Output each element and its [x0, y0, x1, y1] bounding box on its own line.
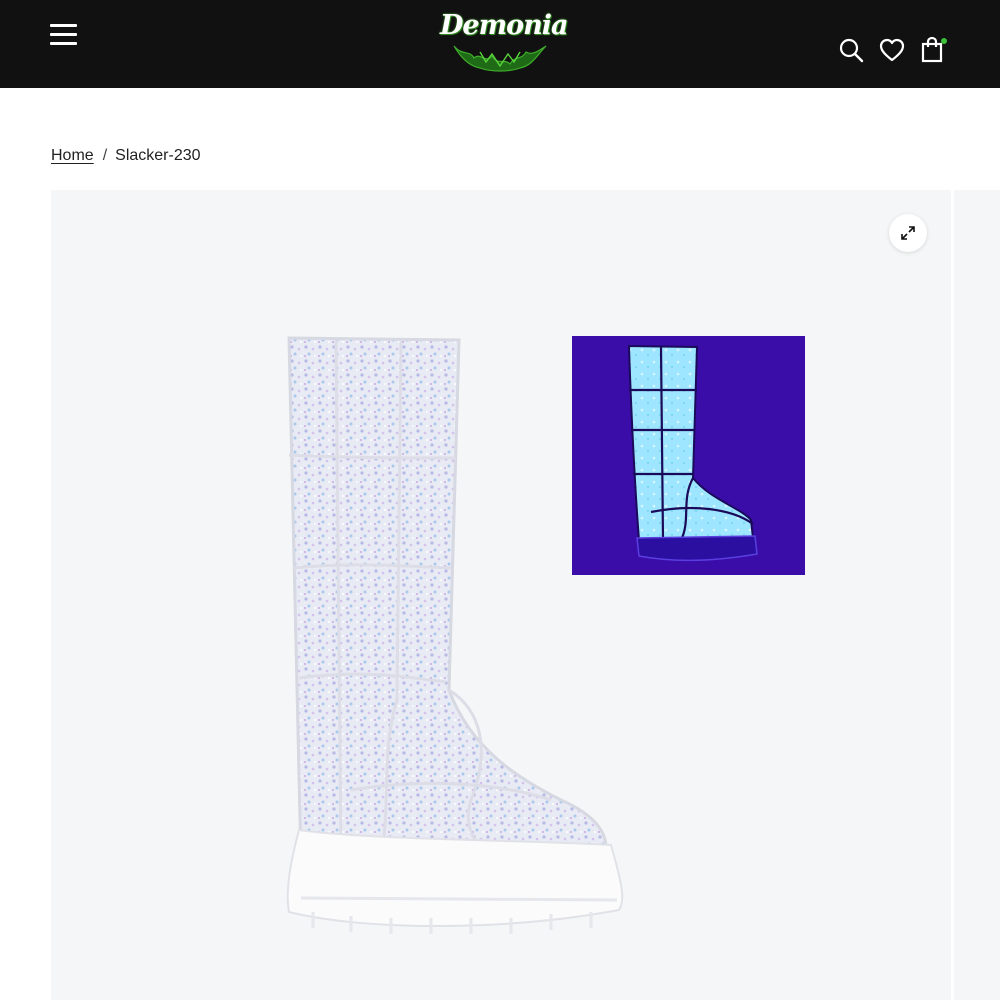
site-header: Demonia	[0, 0, 1000, 88]
product-gallery[interactable]	[51, 190, 951, 1000]
hamburger-menu-icon[interactable]	[50, 23, 78, 47]
breadcrumb-separator: /	[102, 147, 108, 164]
shopping-bag-icon[interactable]	[919, 36, 947, 64]
zoom-button[interactable]	[889, 214, 927, 252]
site-logo[interactable]: Demonia	[440, 6, 569, 72]
breadcrumb-current: Slacker-230	[115, 147, 201, 164]
breadcrumb: Home / Slacker-230	[51, 147, 201, 165]
next-gallery-slide[interactable]	[954, 190, 1000, 1000]
heart-icon[interactable]	[878, 36, 906, 64]
logo-text: Demonia	[440, 10, 569, 41]
breadcrumb-home-link[interactable]: Home	[51, 147, 94, 164]
cart-indicator-dot	[941, 38, 947, 44]
blacklight-inset-image	[572, 336, 805, 575]
product-image[interactable]	[51, 190, 951, 1000]
expand-icon	[901, 226, 915, 240]
search-icon[interactable]	[837, 36, 865, 64]
